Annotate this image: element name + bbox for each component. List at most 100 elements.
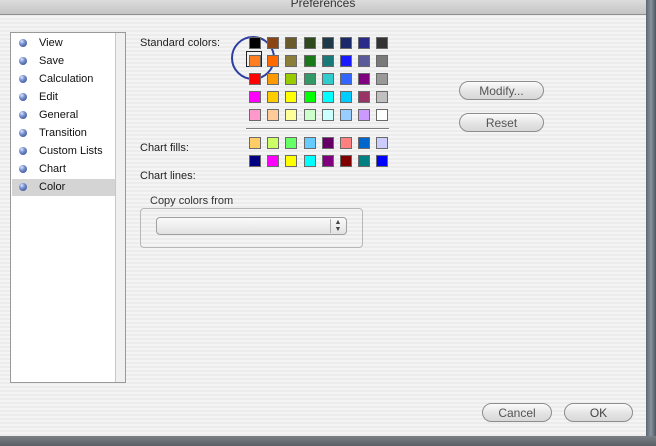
chart-fills-label: Chart fills: — [140, 142, 189, 154]
chart-fill-swatch[interactable] — [322, 137, 334, 149]
reset-button[interactable]: Reset — [459, 113, 544, 132]
standard-color-swatch[interactable] — [285, 55, 297, 67]
standard-color-swatch[interactable] — [322, 109, 334, 121]
standard-color-swatch[interactable] — [376, 37, 388, 49]
copy-colors-popup[interactable]: ▲ ▼ — [156, 217, 347, 235]
standard-color-swatch[interactable] — [249, 55, 261, 67]
copy-colors-title: Copy colors from — [150, 195, 234, 207]
standard-color-swatch[interactable] — [322, 91, 334, 103]
sidebar-item-view[interactable]: View — [12, 35, 116, 52]
standard-colors-label: Standard colors: — [140, 37, 221, 49]
standard-color-swatch[interactable] — [376, 55, 388, 67]
standard-color-swatch[interactable] — [340, 109, 352, 121]
standard-color-swatch[interactable] — [340, 91, 352, 103]
standard-color-swatch[interactable] — [249, 37, 261, 49]
bullet-icon — [19, 39, 27, 47]
bullet-icon — [19, 183, 27, 191]
sidebar-item-label: Custom Lists — [39, 145, 103, 157]
standard-color-swatch[interactable] — [304, 55, 316, 67]
sidebar-item-label: Save — [39, 55, 65, 67]
sidebar-item-label: Edit — [39, 91, 58, 103]
standard-color-swatch[interactable] — [267, 55, 279, 67]
window-title: Preferences — [290, 0, 356, 10]
bullet-icon — [19, 111, 27, 119]
ok-button[interactable]: OK — [564, 403, 633, 422]
standard-color-swatch[interactable] — [358, 37, 370, 49]
standard-color-swatch[interactable] — [376, 91, 388, 103]
standard-color-swatch[interactable] — [358, 109, 370, 121]
chart-fill-swatch[interactable] — [267, 137, 279, 149]
modify-button[interactable]: Modify... — [459, 81, 544, 100]
standard-color-swatch[interactable] — [249, 73, 261, 85]
chart-line-swatch[interactable] — [304, 155, 316, 167]
sidebar-item-calculation[interactable]: Calculation — [12, 71, 116, 88]
standard-color-swatch[interactable] — [304, 109, 316, 121]
standard-color-swatch[interactable] — [358, 91, 370, 103]
standard-color-swatch[interactable] — [267, 73, 279, 85]
bullet-icon — [19, 75, 27, 83]
standard-color-swatch[interactable] — [340, 73, 352, 85]
sidebar-item-save[interactable]: Save — [12, 53, 116, 70]
bullet-icon — [19, 129, 27, 137]
sidebar-item-label: View — [39, 37, 63, 49]
sidebar-item-label: Calculation — [39, 73, 94, 85]
bullet-icon — [19, 57, 27, 65]
sidebar-item-general[interactable]: General — [12, 107, 116, 124]
standard-color-swatch[interactable] — [340, 37, 352, 49]
chart-line-swatch[interactable] — [322, 155, 334, 167]
title-bar[interactable]: Preferences — [0, 0, 646, 15]
sidebar-item-label: Chart — [39, 163, 66, 175]
sidebar-scrollbar[interactable] — [115, 33, 125, 382]
chart-line-swatch[interactable] — [249, 155, 261, 167]
sidebar-item-transition[interactable]: Transition — [12, 125, 116, 142]
chart-lines-label: Chart lines: — [140, 170, 196, 182]
standard-color-swatch[interactable] — [322, 55, 334, 67]
standard-color-swatch[interactable] — [304, 91, 316, 103]
chart-line-swatch[interactable] — [340, 155, 352, 167]
standard-color-swatch[interactable] — [322, 73, 334, 85]
standard-color-swatch[interactable] — [340, 55, 352, 67]
standard-color-swatch[interactable] — [267, 91, 279, 103]
chart-line-swatch[interactable] — [358, 155, 370, 167]
standard-color-swatch[interactable] — [285, 37, 297, 49]
standard-color-swatch[interactable] — [358, 73, 370, 85]
chart-fill-swatch[interactable] — [249, 137, 261, 149]
chart-fill-swatch[interactable] — [304, 137, 316, 149]
chart-fill-swatch[interactable] — [285, 137, 297, 149]
sidebar-item-label: Color — [39, 181, 66, 193]
standard-color-swatch[interactable] — [358, 55, 370, 67]
standard-color-swatch[interactable] — [304, 37, 316, 49]
chart-line-swatch[interactable] — [267, 155, 279, 167]
bullet-icon — [19, 147, 27, 155]
chart-line-swatch[interactable] — [376, 155, 388, 167]
standard-color-swatch[interactable] — [304, 73, 316, 85]
standard-color-swatch[interactable] — [322, 37, 334, 49]
sidebar-item-color[interactable]: Color — [12, 179, 116, 196]
standard-color-swatch[interactable] — [249, 91, 261, 103]
bullet-icon — [19, 165, 27, 173]
standard-color-swatch[interactable] — [285, 109, 297, 121]
preferences-window: Preferences View Save Calculation Edit G… — [0, 0, 647, 437]
standard-color-swatch[interactable] — [267, 37, 279, 49]
chart-line-swatch[interactable] — [285, 155, 297, 167]
desktop-background-bottom — [0, 436, 656, 446]
desktop-background — [646, 0, 656, 446]
chart-fill-swatch[interactable] — [376, 137, 388, 149]
updown-arrows-icon: ▲ ▼ — [330, 219, 345, 233]
standard-color-swatch[interactable] — [285, 73, 297, 85]
sidebar-item-label: Transition — [39, 127, 87, 139]
standard-color-swatch[interactable] — [267, 109, 279, 121]
cancel-button[interactable]: Cancel — [482, 403, 552, 422]
chart-fill-swatch[interactable] — [340, 137, 352, 149]
sidebar-item-label: General — [39, 109, 79, 121]
color-divider — [246, 128, 389, 130]
standard-color-swatch[interactable] — [376, 109, 388, 121]
standard-color-swatch[interactable] — [285, 91, 297, 103]
standard-color-swatch[interactable] — [376, 73, 388, 85]
category-list[interactable]: View Save Calculation Edit General Trans… — [10, 32, 126, 383]
sidebar-item-chart[interactable]: Chart — [12, 161, 116, 178]
standard-color-swatch[interactable] — [249, 109, 261, 121]
sidebar-item-custom-lists[interactable]: Custom Lists — [12, 143, 116, 160]
sidebar-item-edit[interactable]: Edit — [12, 89, 116, 106]
chart-fill-swatch[interactable] — [358, 137, 370, 149]
